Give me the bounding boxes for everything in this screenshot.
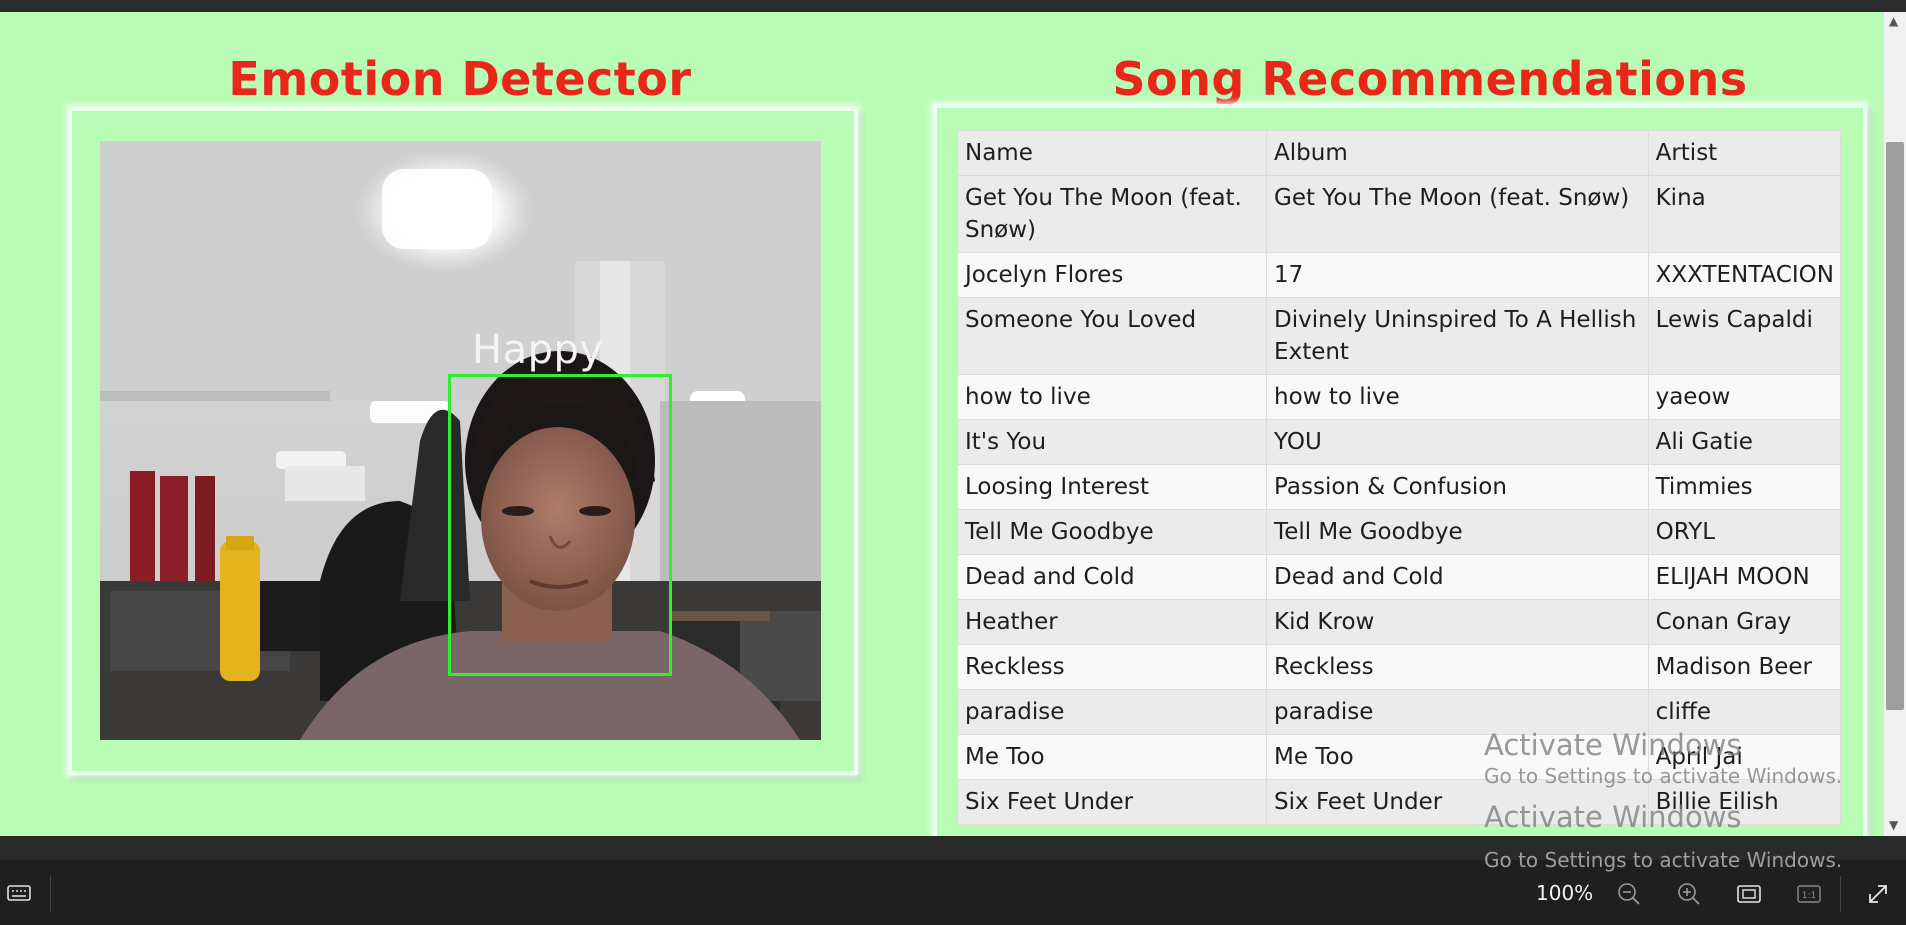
song-artist: cliffe (1647, 689, 1842, 735)
actual-size-icon[interactable]: 1:1 (1795, 880, 1823, 908)
song-artist: ELIJAH MOON (1647, 554, 1842, 600)
viewer-toolbar: Go to Settings to activate Windows. 100%… (0, 836, 1906, 925)
song-artist: Kina (1647, 175, 1842, 253)
song-artist: Lewis Capaldi (1647, 297, 1842, 375)
table-row: Heather Kid Krow Conan Gray (956, 599, 1842, 645)
song-table: Name Album Artist Get You The Moon (feat… (956, 130, 1842, 825)
song-name: Loosing Interest (956, 464, 1268, 510)
song-album: Passion & Confusion (1266, 464, 1649, 510)
song-album: Divinely Uninspired To A Hellish Extent (1266, 297, 1649, 375)
zoom-out-icon[interactable] (1615, 880, 1643, 908)
song-album: Dead and Cold (1266, 554, 1649, 600)
song-album: Get You The Moon (feat. Snøw) (1266, 175, 1649, 253)
song-name: Six Feet Under (956, 779, 1268, 825)
emotion-detector-heading: Emotion Detector (228, 52, 692, 106)
window-top-bar (0, 0, 1906, 12)
scrollbar-thumb[interactable] (1886, 142, 1904, 710)
face-detection-box (448, 374, 672, 676)
svg-text:1:1: 1:1 (1802, 891, 1816, 901)
song-name: how to live (956, 374, 1268, 420)
song-artist: Billie Eilish (1647, 779, 1842, 825)
table-row: Loosing Interest Passion & Confusion Timmi… (956, 464, 1842, 510)
header-album: Album (1266, 130, 1649, 176)
scroll-up-arrow-icon[interactable]: ▲ (1889, 14, 1898, 28)
table-row: Get You The Moon (feat. Snøw) Get You The… (956, 175, 1842, 253)
song-album: how to live (1266, 374, 1649, 420)
song-artist: Ali Gatie (1647, 419, 1842, 465)
scroll-down-arrow-icon[interactable]: ▼ (1889, 818, 1898, 832)
watermark-subtitle: Go to Settings to activate Windows. (1484, 848, 1843, 872)
song-name: Dead and Cold (956, 554, 1268, 600)
song-name: Jocelyn Flores (956, 252, 1268, 298)
song-artist: April Jai (1647, 734, 1842, 780)
table-row: Someone You Loved Divinely Uninspired To … (956, 297, 1842, 375)
table-row: Me Too Me Too April Jai (956, 734, 1842, 780)
zoom-in-icon[interactable] (1675, 880, 1703, 908)
song-artist: Conan Gray (1647, 599, 1842, 645)
song-artist: XXXTENTACION (1647, 252, 1842, 298)
toolbar-divider (50, 876, 51, 912)
song-name: Tell Me Goodbye (956, 509, 1268, 555)
song-album: Six Feet Under (1266, 779, 1649, 825)
song-album: Tell Me Goodbye (1266, 509, 1649, 555)
song-name: paradise (956, 689, 1268, 735)
keyboard-icon[interactable] (6, 880, 32, 906)
song-album: Kid Krow (1266, 599, 1649, 645)
song-name: Me Too (956, 734, 1268, 780)
table-row: Six Feet Under Six Feet Under Billie Eilis… (956, 779, 1842, 825)
song-recommendations-heading: Song Recommendations (1112, 52, 1748, 106)
toolbar-divider (1840, 876, 1841, 912)
table-header-row: Name Album Artist (956, 130, 1842, 176)
song-artist: yaeow (1647, 374, 1842, 420)
song-album: Reckless (1266, 644, 1649, 690)
table-row: It's You YOU Ali Gatie (956, 419, 1842, 465)
zoom-level: 100% (1536, 881, 1594, 905)
song-album: YOU (1266, 419, 1649, 465)
song-album: Me Too (1266, 734, 1649, 780)
table-row: Reckless Reckless Madison Beer (956, 644, 1842, 690)
song-name: Get You The Moon (feat. Snøw) (956, 175, 1268, 253)
song-album: paradise (1266, 689, 1649, 735)
song-name: Someone You Loved (956, 297, 1268, 375)
expand-icon[interactable] (1864, 880, 1892, 908)
song-name: It's You (956, 419, 1268, 465)
song-name: Reckless (956, 644, 1268, 690)
table-row: Tell Me Goodbye Tell Me Goodbye ORYL (956, 509, 1842, 555)
song-artist: Timmies (1647, 464, 1842, 510)
emotion-label: Happy (472, 327, 604, 373)
song-name: Heather (956, 599, 1268, 645)
table-row: paradise paradise cliffe (956, 689, 1842, 735)
song-artist: Madison Beer (1647, 644, 1842, 690)
header-artist: Artist (1647, 130, 1842, 176)
table-row: how to live how to live yaeow (956, 374, 1842, 420)
song-artist: ORYL (1647, 509, 1842, 555)
webcam-feed: Happy (100, 141, 821, 740)
song-album: 17 (1266, 252, 1649, 298)
table-row: Jocelyn Flores 17 XXXTENTACION (956, 252, 1842, 298)
fit-screen-icon[interactable] (1735, 880, 1763, 908)
header-name: Name (956, 130, 1268, 176)
table-row: Dead and Cold Dead and Cold ELIJAH MOON (956, 554, 1842, 600)
